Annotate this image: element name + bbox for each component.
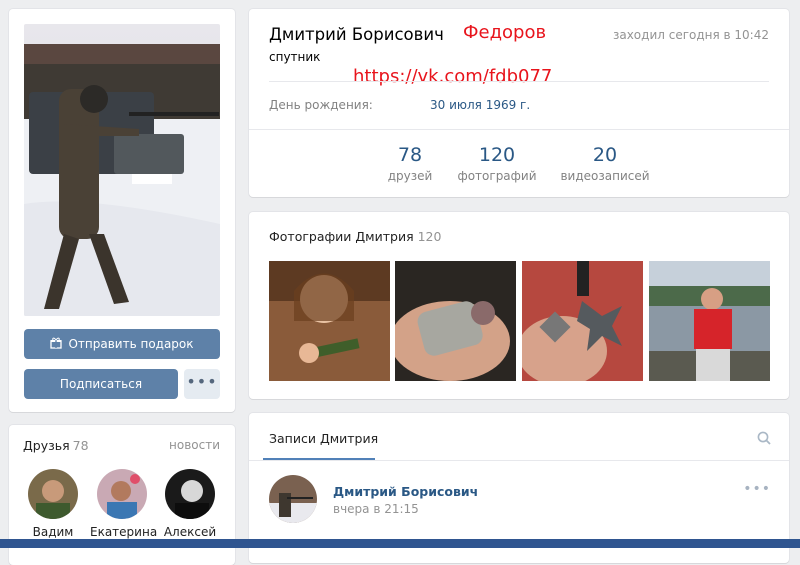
profile-info-card: Дмитрий Борисович Федоров заходил сегодн…	[249, 9, 789, 197]
photo-thumbnail[interactable]	[522, 261, 643, 381]
send-gift-label: Отправить подарок	[68, 337, 194, 351]
profile-photo[interactable]	[24, 24, 220, 316]
friend-item[interactable]: Алексей	[158, 469, 222, 539]
gift-icon	[50, 330, 63, 360]
divider	[249, 129, 789, 130]
url-overlay: https://vk.com/fdb077	[353, 66, 553, 87]
photo-thumbnail[interactable]	[269, 261, 390, 381]
photos-count: 120	[417, 229, 442, 244]
post-author-avatar[interactable]	[269, 475, 317, 523]
more-actions-button[interactable]: •••	[184, 369, 220, 399]
stat-label: фотографий	[457, 169, 537, 183]
stat-friends[interactable]: 78 друзей	[386, 144, 434, 183]
online-status: заходил сегодня в 10:42	[612, 28, 769, 42]
search-icon[interactable]	[757, 431, 771, 448]
divider	[269, 81, 769, 82]
stat-photos[interactable]: 120 фотографий	[457, 144, 537, 183]
friend-item[interactable]: Екатерина	[90, 469, 158, 539]
friend-name: Алексей	[163, 525, 217, 539]
friends-header: Друзья 78	[23, 438, 89, 453]
profile-name: Дмитрий Борисович	[269, 25, 444, 44]
friends-news-link[interactable]: новости	[169, 438, 220, 452]
surname-overlay: Федоров	[463, 22, 547, 43]
taskbar-strip	[0, 539, 800, 548]
friend-avatar	[28, 469, 78, 519]
photo-thumbnail[interactable]	[649, 261, 770, 381]
stat-value: 78	[397, 144, 423, 166]
photos-block: Фотографии Дмитрия 120	[249, 212, 789, 399]
friend-avatar	[165, 469, 215, 519]
post-author-name[interactable]: Дмитрий Борисович	[333, 484, 478, 499]
divider	[249, 460, 789, 461]
friend-avatar	[97, 469, 147, 519]
post-timestamp[interactable]: вчера в 21:15	[333, 502, 419, 516]
photo-thumbnail[interactable]	[395, 261, 516, 381]
friend-name: Вадим	[32, 525, 74, 539]
stat-value: 20	[592, 144, 618, 166]
stat-value: 120	[478, 144, 516, 166]
stat-label: видеозаписей	[560, 169, 650, 183]
post-menu-button[interactable]: •••	[743, 481, 771, 497]
profile-avatar-card: Отправить подарок Подписаться •••	[9, 9, 235, 412]
friend-item[interactable]: Вадим	[21, 469, 85, 539]
friends-title[interactable]: Друзья	[23, 438, 70, 453]
stat-label: друзей	[387, 169, 433, 183]
stat-videos[interactable]: 20 видеозаписей	[559, 144, 651, 183]
subscribe-button[interactable]: Подписаться	[24, 369, 178, 399]
birthday-label: День рождения:	[269, 98, 373, 112]
friends-count: 78	[72, 438, 89, 453]
birthday-value[interactable]: 30 июля 1969 г.	[430, 98, 530, 112]
photos-title: Фотографии Дмитрия	[269, 229, 414, 244]
tab-wall-posts[interactable]: Записи Дмитрия	[269, 431, 378, 446]
send-gift-button[interactable]: Отправить подарок	[24, 329, 220, 359]
photos-header[interactable]: Фотографии Дмитрия 120	[269, 229, 441, 244]
profile-subtitle: спутник	[269, 50, 321, 64]
friend-name: Екатерина	[90, 525, 158, 539]
